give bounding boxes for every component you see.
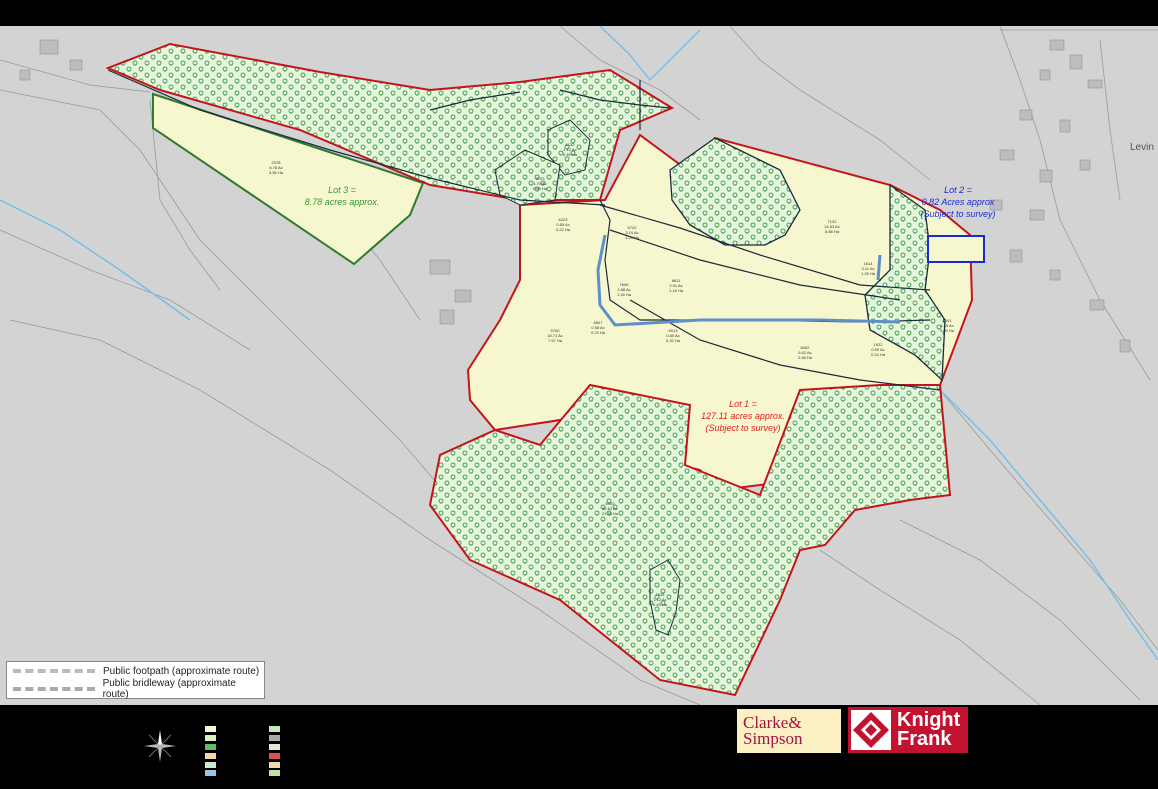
svg-text:0.24 Ha: 0.24 Ha xyxy=(871,352,886,357)
svg-text:Lot 1 =: Lot 1 = xyxy=(729,399,757,409)
svg-text:(Subject to survey): (Subject to survey) xyxy=(920,209,995,219)
village-name: Levin xyxy=(1130,142,1154,153)
knight-frank-mark-icon xyxy=(851,710,891,750)
swatch-woodland xyxy=(204,743,217,751)
svg-text:21.30 Ha: 21.30 Ha xyxy=(602,511,619,516)
footpath-line-icon xyxy=(13,669,95,673)
svg-text:0.45 Ha: 0.45 Ha xyxy=(563,152,578,157)
svg-text:7.57 Ha: 7.57 Ha xyxy=(548,338,563,343)
svg-text:1.29 Ha: 1.29 Ha xyxy=(625,235,640,240)
swatch-mixed-wood xyxy=(268,725,281,733)
north-arrow-icon xyxy=(144,730,176,762)
svg-text:0.23 Ha: 0.23 Ha xyxy=(591,330,606,335)
lot-2-boundary xyxy=(927,235,985,263)
svg-text:Lot 2 =: Lot 2 = xyxy=(944,185,972,195)
svg-text:0.82 Acres approx: 0.82 Acres approx xyxy=(922,197,995,207)
svg-text:0.69 Ha: 0.69 Ha xyxy=(533,186,548,191)
svg-text:0.59 Ha: 0.59 Ha xyxy=(940,328,955,333)
clarke-simpson-logo: Clarke& Simpson xyxy=(737,709,841,753)
svg-text:0.45 Ha: 0.45 Ha xyxy=(653,602,668,607)
swatch-pasture xyxy=(204,734,217,742)
swatch-open-land xyxy=(204,725,217,733)
svg-text:1.26 Ha: 1.26 Ha xyxy=(861,271,876,276)
svg-text:127.11 acres approx.: 127.11 acres approx. xyxy=(701,411,785,421)
swatch-water xyxy=(204,769,217,777)
svg-text:3.55 Ha: 3.55 Ha xyxy=(269,170,284,175)
swatch-scrub xyxy=(204,752,217,760)
svg-text:8.78 acres approx.: 8.78 acres approx. xyxy=(305,197,380,207)
svg-text:2.68 Ha: 2.68 Ha xyxy=(798,355,813,360)
svg-text:1.16 Ha: 1.16 Ha xyxy=(617,292,632,297)
swatch-grass xyxy=(204,761,217,769)
knight-frank-logo: Knight Frank xyxy=(848,707,968,753)
legend-footpath: Public footpath (approximate route) xyxy=(13,664,259,678)
swatch-buildings xyxy=(268,734,281,742)
legend-bridleway-label: Public bridleway (approximate route) xyxy=(102,678,236,700)
bridleway-line-icon xyxy=(13,687,95,691)
legend-footpath-label: Public footpath (approximate route) xyxy=(103,665,260,677)
svg-text:0.32 Ha: 0.32 Ha xyxy=(666,338,681,343)
svg-text:0.22 Ha: 0.22 Ha xyxy=(556,227,571,232)
swatch-track xyxy=(268,761,281,769)
svg-text:5.88 Ha: 5.88 Ha xyxy=(825,229,840,234)
swatch-residential xyxy=(268,752,281,760)
svg-text:Lot 3 =: Lot 3 = xyxy=(328,185,356,195)
svg-text:1.18 Ha: 1.18 Ha xyxy=(669,288,684,293)
legend-bridleway: Public bridleway (approximate route) xyxy=(13,678,264,700)
map-legend: Public footpath (approximate route) Publ… xyxy=(6,661,265,700)
svg-text:(Subject to survey): (Subject to survey) xyxy=(705,423,780,433)
swatch-parkland xyxy=(268,743,281,751)
swatch-grazing xyxy=(268,769,281,777)
